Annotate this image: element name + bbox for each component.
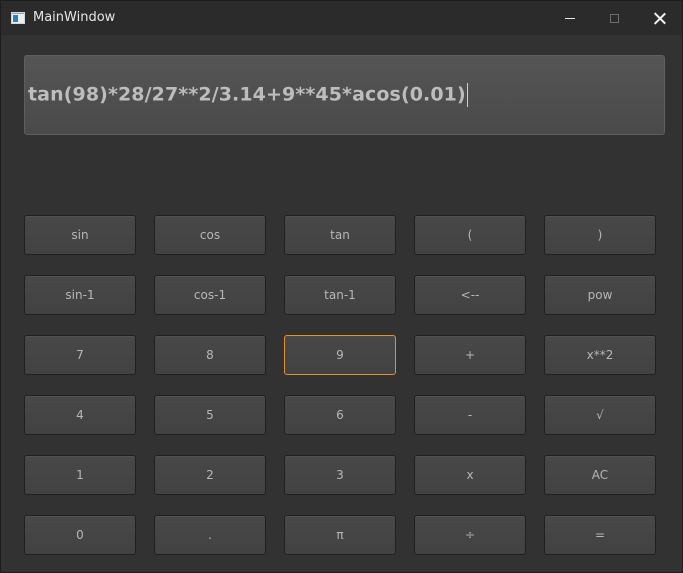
- digit-1-button[interactable]: 1: [24, 455, 136, 495]
- app-window-icon: [11, 12, 25, 24]
- tan-button[interactable]: tan: [284, 215, 396, 255]
- cos-button[interactable]: cos: [154, 215, 266, 255]
- minimize-button[interactable]: [547, 1, 592, 35]
- maximize-icon: [610, 13, 619, 23]
- window-title: MainWindow: [33, 10, 116, 25]
- equals-button[interactable]: =: [544, 515, 656, 555]
- digit-4-button[interactable]: 4: [24, 395, 136, 435]
- square-button[interactable]: x**2: [544, 335, 656, 375]
- decimal-point-button[interactable]: .: [154, 515, 266, 555]
- pow-button[interactable]: pow: [544, 275, 656, 315]
- digit-5-button[interactable]: 5: [154, 395, 266, 435]
- arctan-button[interactable]: tan-1: [284, 275, 396, 315]
- multiply-button[interactable]: x: [414, 455, 526, 495]
- expression-text: tan(98)*28/27**2/3.14+9**45*acos(0.01): [28, 83, 468, 107]
- digit-8-button[interactable]: 8: [154, 335, 266, 375]
- close-icon: [654, 12, 666, 24]
- text-cursor: [466, 83, 468, 107]
- expression-value: tan(98)*28/27**2/3.14+9**45*acos(0.01): [28, 83, 466, 106]
- digit-9-button[interactable]: 9: [284, 335, 396, 375]
- expression-display[interactable]: tan(98)*28/27**2/3.14+9**45*acos(0.01): [24, 55, 665, 135]
- digit-7-button[interactable]: 7: [24, 335, 136, 375]
- minus-button[interactable]: -: [414, 395, 526, 435]
- arccos-button[interactable]: cos-1: [154, 275, 266, 315]
- digit-0-button[interactable]: 0: [24, 515, 136, 555]
- pi-button[interactable]: π: [284, 515, 396, 555]
- digit-3-button[interactable]: 3: [284, 455, 396, 495]
- right-paren-button[interactable]: ): [544, 215, 656, 255]
- digit-6-button[interactable]: 6: [284, 395, 396, 435]
- plus-button[interactable]: +: [414, 335, 526, 375]
- left-paren-button[interactable]: (: [414, 215, 526, 255]
- arcsin-button[interactable]: sin-1: [24, 275, 136, 315]
- sqrt-button[interactable]: √: [544, 395, 656, 435]
- minimize-icon: [564, 17, 575, 19]
- close-button[interactable]: [637, 1, 682, 35]
- digit-2-button[interactable]: 2: [154, 455, 266, 495]
- divide-button[interactable]: ÷: [414, 515, 526, 555]
- maximize-button[interactable]: [592, 1, 637, 35]
- sin-button[interactable]: sin: [24, 215, 136, 255]
- clear-button[interactable]: AC: [544, 455, 656, 495]
- backspace-button[interactable]: <--: [414, 275, 526, 315]
- main-window: MainWindow tan(98)*28/27**2/3.14+9**45*a…: [0, 0, 683, 573]
- title-bar[interactable]: MainWindow: [1, 1, 682, 35]
